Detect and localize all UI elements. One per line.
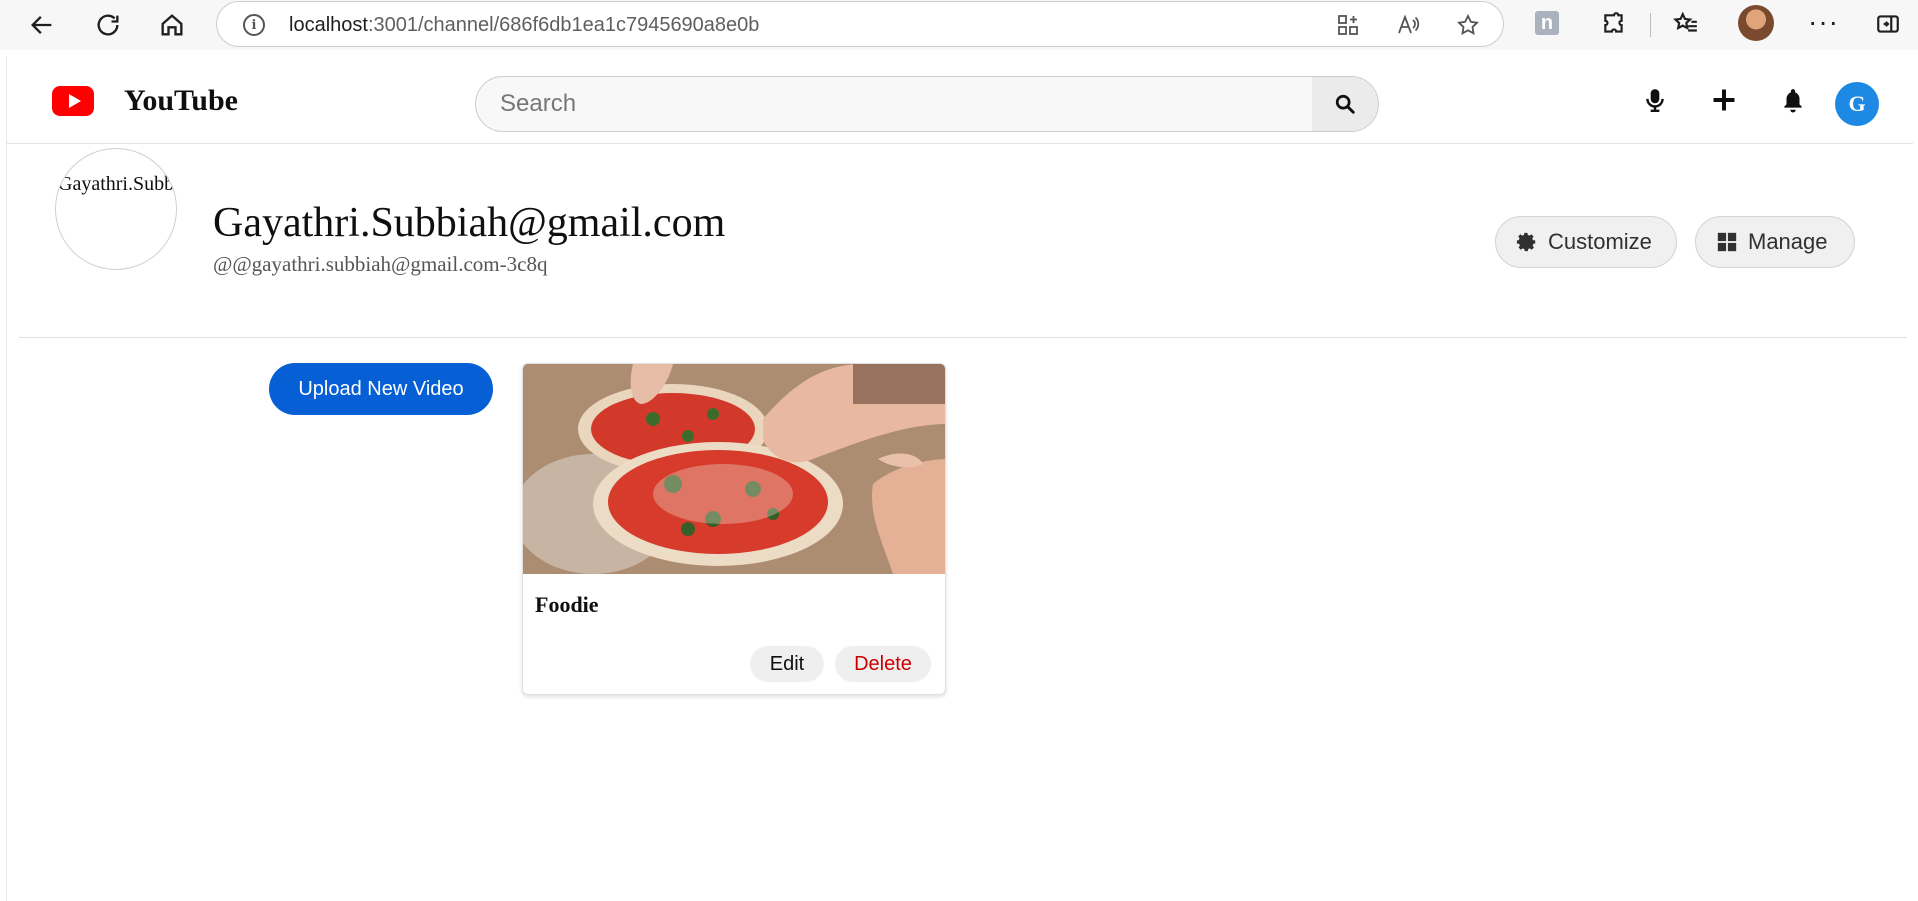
- app-window: YouTube G Gayathri.Subbiah@gmail.com ava…: [6, 56, 1918, 901]
- extension-n-icon[interactable]: n: [1535, 11, 1559, 35]
- customize-label: Customize: [1548, 229, 1652, 254]
- refresh-icon[interactable]: [88, 5, 128, 45]
- logo-text[interactable]: YouTube: [124, 84, 238, 118]
- extensions-puzzle-icon[interactable]: [1598, 8, 1630, 40]
- back-icon[interactable]: [22, 5, 62, 45]
- video-card[interactable]: Foodie Edit Delete: [522, 363, 946, 695]
- grid-icon: [1717, 232, 1737, 252]
- video-title[interactable]: Foodie: [535, 592, 599, 618]
- url-path: :3001/channel/686f6db1ea1c7945690a8e0b: [367, 14, 760, 36]
- favorites-icon[interactable]: [1670, 8, 1702, 40]
- search-icon: [1335, 94, 1355, 114]
- manage-label: Manage: [1748, 229, 1828, 254]
- microphone-icon[interactable]: [1637, 82, 1673, 118]
- user-avatar[interactable]: G: [1835, 82, 1879, 126]
- browser-toolbar: i localhost:3001/channel/686f6db1ea1c794…: [0, 0, 1918, 50]
- channel-avatar: Gayathri.Subbiah@gmail.com avatar: [55, 148, 177, 270]
- url-host: localhost: [289, 14, 368, 36]
- address-bar[interactable]: i localhost:3001/channel/686f6db1ea1c794…: [216, 1, 1504, 47]
- more-menu-icon[interactable]: ···: [1808, 6, 1839, 38]
- manage-button[interactable]: Manage: [1695, 216, 1855, 268]
- toolbar-separator: [1650, 13, 1651, 37]
- search-button[interactable]: [1312, 77, 1378, 131]
- video-thumbnail[interactable]: [523, 364, 945, 574]
- favorite-star-icon[interactable]: [1455, 12, 1481, 38]
- app-available-icon[interactable]: [1335, 12, 1361, 38]
- gear-icon: [1516, 232, 1536, 252]
- customize-button[interactable]: Customize: [1495, 216, 1677, 268]
- browser-profile-avatar[interactable]: [1738, 5, 1774, 41]
- app-header: YouTube G: [7, 56, 1913, 144]
- info-icon[interactable]: i: [243, 14, 265, 36]
- search-box: [475, 76, 1379, 132]
- channel-handle: @@gayathri.subbiah@gmail.com-3c8q: [213, 252, 548, 276]
- delete-button[interactable]: Delete: [835, 646, 931, 682]
- url-text[interactable]: localhost:3001/channel/686f6db1ea1c79456…: [289, 14, 759, 37]
- create-plus-icon[interactable]: [1706, 82, 1742, 118]
- upload-new-video-button[interactable]: Upload New Video: [269, 363, 493, 415]
- search-input[interactable]: [476, 77, 1304, 131]
- sidebar-toggle-icon[interactable]: [1872, 8, 1904, 40]
- youtube-logo-icon[interactable]: [52, 86, 94, 116]
- edit-button[interactable]: Edit: [750, 646, 824, 682]
- home-icon[interactable]: [152, 5, 192, 45]
- read-aloud-icon[interactable]: [1395, 12, 1421, 38]
- notifications-bell-icon[interactable]: [1775, 82, 1811, 118]
- channel-name: Gayathri.Subbiah@gmail.com: [213, 200, 726, 246]
